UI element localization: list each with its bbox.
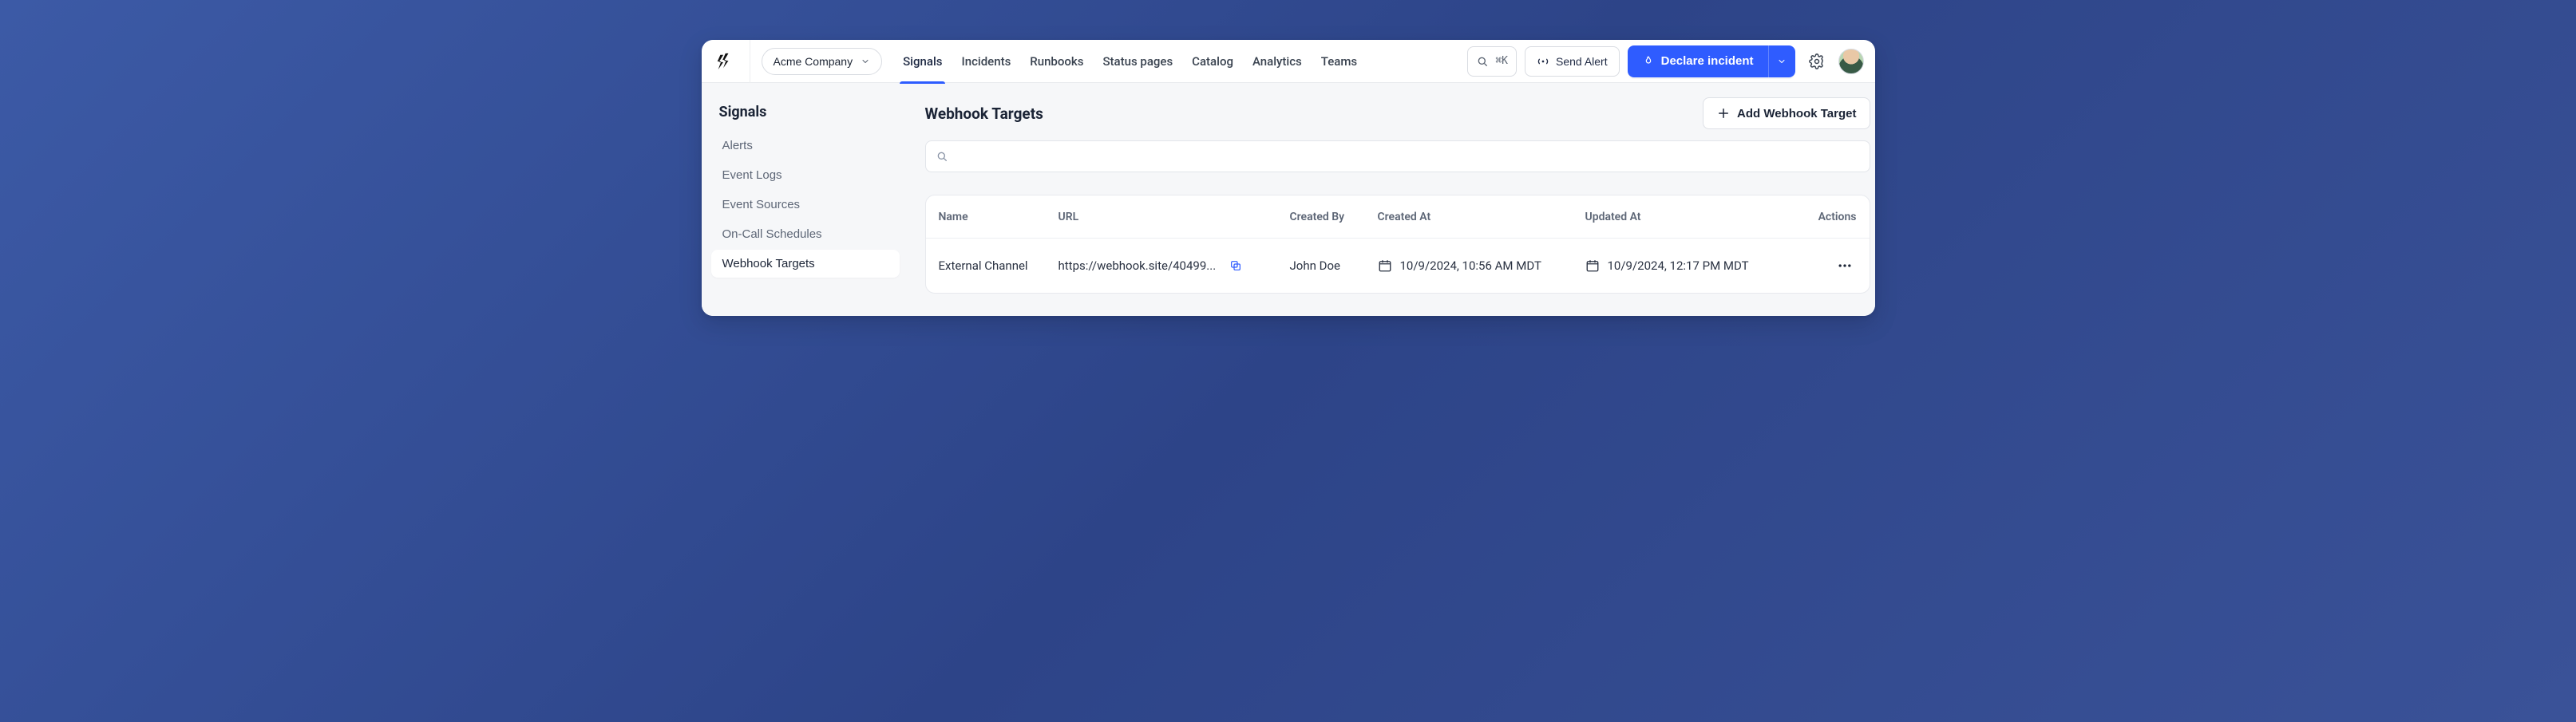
cell-url: https://webhook.site/40499... bbox=[1058, 255, 1290, 276]
col-url: URL bbox=[1058, 211, 1290, 223]
cell-created-by: John Doe bbox=[1290, 258, 1378, 273]
table-header: Name URL Created By Created At Updated A… bbox=[926, 195, 1870, 239]
nav-teams[interactable]: Teams bbox=[1320, 40, 1359, 83]
chevron-down-icon bbox=[1777, 57, 1787, 66]
dots-horizontal-icon bbox=[1837, 258, 1853, 274]
copy-url-button[interactable] bbox=[1225, 255, 1246, 276]
copy-icon bbox=[1229, 259, 1242, 272]
col-created-by: Created By bbox=[1290, 211, 1378, 223]
created-at-text: 10/9/2024, 10:56 AM MDT bbox=[1400, 258, 1541, 273]
sidebar-item-event-logs[interactable]: Event Logs bbox=[711, 161, 900, 189]
nav-catalog[interactable]: Catalog bbox=[1190, 40, 1235, 83]
add-webhook-target-label: Add Webhook Target bbox=[1737, 107, 1856, 120]
main: Webhook Targets Add Webhook Target Name bbox=[909, 83, 1875, 316]
add-webhook-target-button[interactable]: Add Webhook Target bbox=[1703, 97, 1870, 129]
topbar: Acme Company Signals Incidents Runbooks … bbox=[702, 40, 1875, 83]
cell-created-at: 10/9/2024, 10:56 AM MDT bbox=[1378, 258, 1585, 273]
send-alert-button[interactable]: Send Alert bbox=[1525, 46, 1620, 77]
col-name: Name bbox=[939, 211, 1058, 223]
search-icon bbox=[1476, 55, 1489, 68]
nav-signals[interactable]: Signals bbox=[901, 40, 944, 83]
cell-updated-at: 10/9/2024, 12:17 PM MDT bbox=[1585, 258, 1801, 273]
gear-icon bbox=[1809, 53, 1825, 69]
webhook-targets-table: Name URL Created By Created At Updated A… bbox=[925, 195, 1870, 294]
nav-analytics[interactable]: Analytics bbox=[1251, 40, 1304, 83]
search-bar[interactable] bbox=[925, 140, 1870, 172]
search-button[interactable]: ⌘K bbox=[1467, 46, 1517, 77]
nav-runbooks[interactable]: Runbooks bbox=[1028, 40, 1085, 83]
updated-at-text: 10/9/2024, 12:17 PM MDT bbox=[1608, 258, 1749, 273]
plus-icon bbox=[1716, 106, 1731, 120]
search-shortcut: ⌘K bbox=[1495, 55, 1508, 67]
broadcast-icon bbox=[1537, 55, 1549, 68]
search-icon bbox=[936, 150, 948, 163]
nav-status-pages[interactable]: Status pages bbox=[1101, 40, 1174, 83]
declare-incident-button[interactable]: Declare incident bbox=[1628, 45, 1768, 77]
user-avatar[interactable] bbox=[1838, 49, 1864, 74]
fire-icon bbox=[1642, 55, 1655, 68]
calendar-icon bbox=[1585, 258, 1600, 273]
sidebar-item-alerts[interactable]: Alerts bbox=[711, 132, 900, 160]
cell-name: External Channel bbox=[939, 258, 1058, 273]
col-created-at: Created At bbox=[1378, 211, 1585, 223]
page-header: Webhook Targets Add Webhook Target bbox=[925, 97, 1870, 129]
app-logo-icon bbox=[713, 50, 735, 73]
org-name: Acme Company bbox=[774, 55, 853, 68]
sidebar: Signals Alerts Event Logs Event Sources … bbox=[702, 83, 909, 316]
col-actions: Actions bbox=[1801, 211, 1857, 223]
table-row: External Channel https://webhook.site/40… bbox=[926, 239, 1870, 293]
sidebar-item-on-call-schedules[interactable]: On-Call Schedules bbox=[711, 220, 900, 248]
url-text: https://webhook.site/40499... bbox=[1058, 258, 1217, 273]
primary-nav: Signals Incidents Runbooks Status pages … bbox=[901, 40, 1359, 83]
cell-actions bbox=[1801, 254, 1857, 278]
nav-incidents[interactable]: Incidents bbox=[960, 40, 1012, 83]
app-card: Acme Company Signals Incidents Runbooks … bbox=[702, 40, 1875, 316]
col-updated-at: Updated At bbox=[1585, 211, 1801, 223]
topbar-actions: ⌘K Send Alert Declare incident bbox=[1467, 45, 1863, 77]
page-title: Webhook Targets bbox=[925, 105, 1043, 123]
calendar-icon bbox=[1378, 258, 1392, 273]
org-switcher[interactable]: Acme Company bbox=[762, 48, 883, 75]
send-alert-label: Send Alert bbox=[1556, 55, 1608, 68]
settings-button[interactable] bbox=[1803, 48, 1830, 75]
declare-incident-label: Declare incident bbox=[1661, 54, 1754, 68]
sidebar-item-webhook-targets[interactable]: Webhook Targets bbox=[711, 250, 900, 278]
body: Signals Alerts Event Logs Event Sources … bbox=[702, 83, 1875, 316]
declare-incident-group: Declare incident bbox=[1628, 45, 1795, 77]
row-actions-button[interactable] bbox=[1833, 254, 1857, 278]
chevron-down-icon bbox=[861, 57, 870, 66]
sidebar-title: Signals bbox=[711, 99, 900, 130]
search-input[interactable] bbox=[955, 150, 1860, 164]
declare-incident-dropdown[interactable] bbox=[1768, 45, 1795, 77]
sidebar-item-event-sources[interactable]: Event Sources bbox=[711, 191, 900, 219]
